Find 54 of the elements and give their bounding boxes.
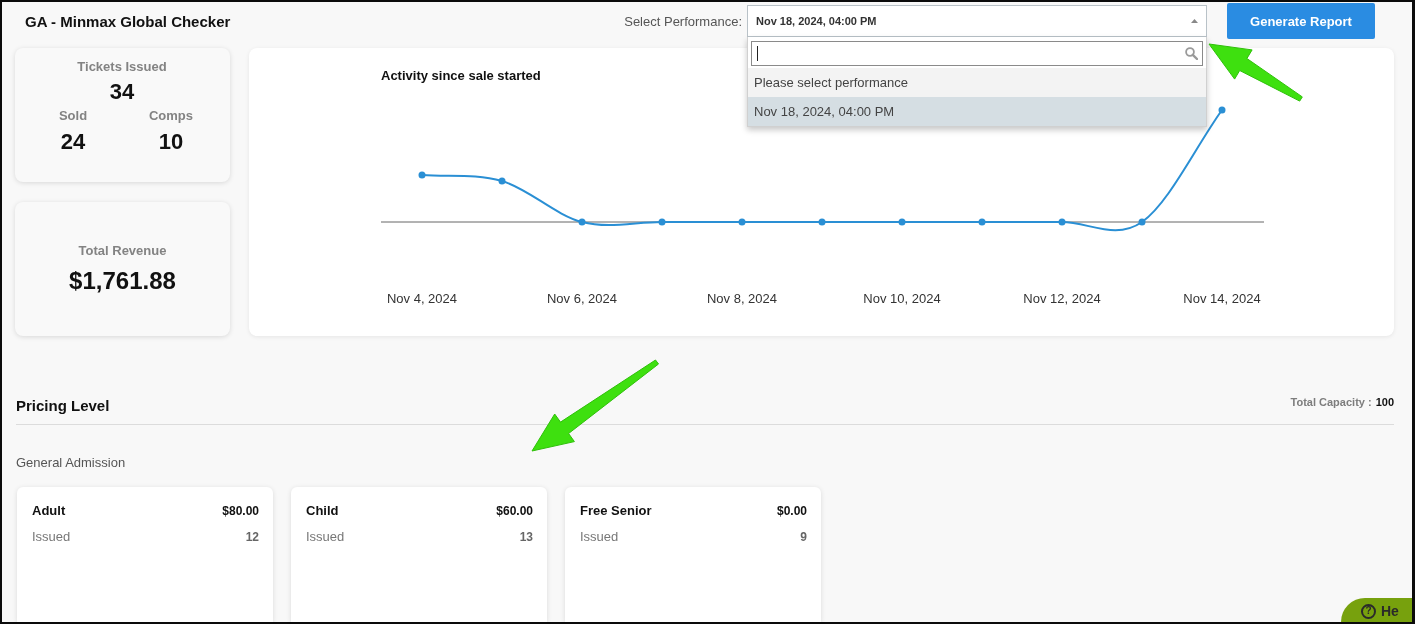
issued-count: 13 bbox=[519, 529, 533, 546]
stat-label: Sold bbox=[57, 107, 89, 125]
help-icon: ? bbox=[1361, 603, 1376, 619]
data-point bbox=[658, 218, 666, 226]
axis-label: Nov 4, 2024 bbox=[386, 291, 458, 306]
stat-label: Tickets Issued bbox=[76, 58, 168, 76]
capacity-label: Total Capacity : bbox=[1290, 396, 1372, 408]
issued-count: 12 bbox=[245, 529, 259, 546]
dropdown-option[interactable]: Please select performance bbox=[748, 68, 1206, 97]
axis-label: Nov 8, 2024 bbox=[706, 291, 778, 306]
level-price: $0.00 bbox=[776, 503, 807, 520]
level-name: Child bbox=[306, 502, 339, 520]
issued-label: Issued bbox=[32, 528, 71, 546]
axis-label: Nov 12, 2024 bbox=[1023, 291, 1101, 306]
stat-label: Total Revenue bbox=[78, 242, 167, 260]
text-cursor-icon bbox=[757, 46, 758, 61]
data-point bbox=[978, 218, 986, 226]
stat-value: $1,761.88 bbox=[69, 266, 176, 296]
search-icon bbox=[1185, 47, 1198, 60]
chart-title: Activity since sale started bbox=[381, 67, 541, 85]
stat-label: Comps bbox=[147, 107, 195, 125]
data-point bbox=[818, 218, 826, 226]
stat-value: 10 bbox=[157, 129, 185, 155]
group-title: General Admission bbox=[16, 454, 126, 472]
generate-report-button[interactable]: Generate Report bbox=[1227, 3, 1375, 39]
axis-label: Nov 10, 2024 bbox=[863, 291, 941, 306]
data-point bbox=[498, 177, 506, 185]
axis-label: Nov 6, 2024 bbox=[546, 291, 618, 306]
data-point bbox=[1138, 218, 1146, 226]
axis-label: Nov 14, 2024 bbox=[1183, 291, 1261, 306]
level-name: Free Senior bbox=[580, 502, 652, 520]
stat-value: 24 bbox=[59, 129, 87, 155]
select-label: Select Performance: bbox=[624, 13, 742, 29]
page-title: GA - Minmax Global Checker bbox=[25, 12, 231, 30]
level-price: $60.00 bbox=[496, 503, 533, 520]
stat-value: 34 bbox=[108, 79, 136, 105]
data-point bbox=[578, 218, 586, 226]
performance-select[interactable]: Nov 18, 2024, 04:00 PM bbox=[747, 5, 1207, 37]
issued-label: Issued bbox=[306, 528, 345, 546]
data-point bbox=[1058, 218, 1066, 226]
data-point bbox=[898, 218, 906, 226]
data-point bbox=[418, 171, 426, 179]
issued-count: 9 bbox=[800, 529, 807, 546]
section-title: Pricing Level bbox=[16, 396, 110, 414]
level-price: $80.00 bbox=[222, 503, 259, 520]
data-point bbox=[738, 218, 746, 226]
capacity-value: 100 bbox=[1375, 396, 1394, 408]
data-point bbox=[1218, 106, 1226, 114]
search-field[interactable] bbox=[751, 41, 1203, 66]
dropdown-option[interactable]: Nov 18, 2024, 04:00 PM bbox=[748, 97, 1206, 126]
help-button[interactable]: ? He bbox=[1341, 598, 1412, 622]
issued-label: Issued bbox=[580, 528, 619, 546]
caret-icon bbox=[1191, 19, 1198, 23]
level-name: Adult bbox=[32, 502, 66, 520]
